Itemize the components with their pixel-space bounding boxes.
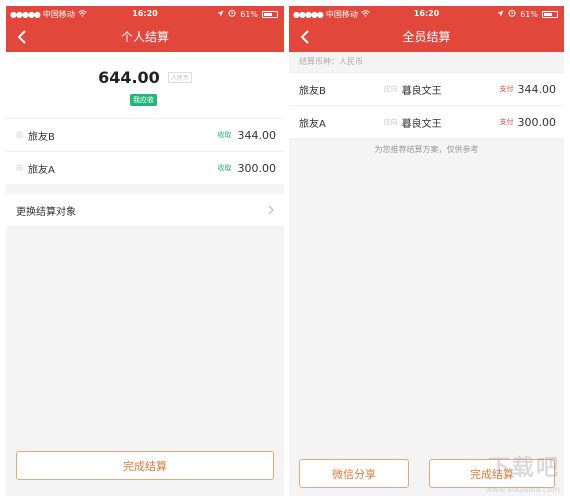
- settlement-plan-list: 旅友B 应向 暮良文王 支付 344.00 旅友A 应向 暮良文王 支付 300…: [289, 72, 564, 138]
- battery-percent: 61%: [240, 9, 258, 19]
- alarm-icon: [228, 9, 236, 19]
- action-tag: 支付: [499, 118, 514, 126]
- member-name: 旅友B: [28, 131, 55, 143]
- settlement-list: 向 旅友B 收取 344.00 向 旅友A 收取 300.00: [6, 118, 284, 184]
- action-tag: 收取: [217, 131, 232, 139]
- finish-settlement-button[interactable]: 完成结算: [429, 459, 555, 488]
- back-button[interactable]: [295, 27, 315, 47]
- page-title: 个人结算: [120, 30, 169, 44]
- back-arrow-icon: [300, 30, 309, 44]
- payee-name: 暮良文王: [401, 118, 442, 130]
- nav-bar: 个人结算: [6, 22, 284, 52]
- battery-icon: [542, 10, 558, 18]
- receive-badge: 我应收: [130, 94, 157, 106]
- alarm-icon: [508, 9, 516, 19]
- payee-name: 暮良文王: [401, 85, 442, 97]
- wechat-share-button[interactable]: 微信分享: [299, 459, 409, 488]
- direction-prefix: 应向: [383, 118, 398, 126]
- action-tag: 支付: [499, 85, 514, 93]
- currency-tag: 人民币: [167, 72, 192, 83]
- all-members-settlement-screen: ●●●●● 中国移动 16:20 61% 全员结算 结算币种：人民币 旅友B 应…: [289, 6, 564, 496]
- status-bar: ●●●●● 中国移动 16:20 61%: [6, 6, 284, 22]
- settlement-currency: 结算币种：人民币: [289, 52, 564, 72]
- nav-bar: 全员结算: [289, 22, 564, 52]
- personal-settlement-screen: ●●●●● 中国移动 16:20 61% 个人结算 644.00 人民币 我应收…: [6, 6, 284, 496]
- settlement-summary: 644.00 人民币 我应收: [6, 52, 284, 118]
- direction-prefix: 向: [16, 164, 23, 172]
- change-target-label: 更换结算对象: [16, 206, 76, 218]
- member-name: 旅友B: [299, 85, 326, 97]
- status-bar: ●●●●● 中国移动 16:20 61%: [289, 6, 564, 22]
- location-icon: [217, 10, 224, 19]
- amount-value: 344.00: [237, 128, 277, 142]
- action-tag: 收取: [217, 164, 232, 172]
- battery-icon: [262, 10, 278, 18]
- back-button[interactable]: [12, 27, 32, 47]
- amount-value: 300.00: [237, 161, 277, 175]
- chevron-right-icon: [268, 205, 274, 215]
- list-item: 旅友A 应向 暮良文王 支付 300.00: [289, 105, 564, 138]
- amount-value: 300.00: [517, 115, 557, 129]
- change-target-row[interactable]: 更换结算对象: [6, 194, 284, 226]
- battery-percent: 61%: [520, 9, 538, 19]
- list-item: 向 旅友B 收取 344.00: [6, 118, 284, 151]
- member-name: 旅友A: [299, 118, 326, 130]
- recommendation-hint: 为您推荐结算方案，仅供参考: [374, 145, 479, 154]
- finish-settlement-button[interactable]: 完成结算: [16, 451, 274, 480]
- direction-prefix: 向: [16, 131, 23, 139]
- location-icon: [497, 10, 504, 19]
- member-name: 旅友A: [28, 164, 55, 176]
- direction-prefix: 应向: [383, 85, 398, 93]
- back-arrow-icon: [17, 30, 26, 44]
- amount-value: 344.00: [517, 82, 557, 96]
- list-item: 旅友B 应向 暮良文王 支付 344.00: [289, 72, 564, 105]
- page-title: 全员结算: [402, 30, 451, 44]
- total-amount: 644.00: [98, 68, 160, 87]
- list-item: 向 旅友A 收取 300.00: [6, 151, 284, 184]
